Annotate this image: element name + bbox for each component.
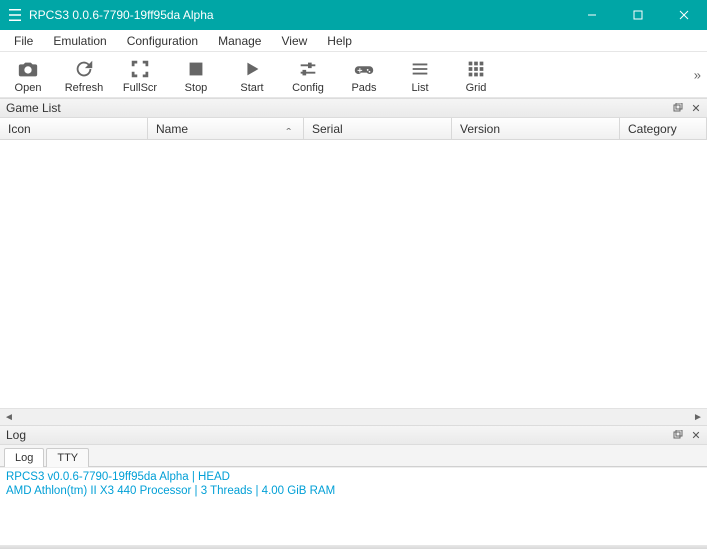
- window-title: RPCS3 0.0.6-7790-19ff95da Alpha: [29, 8, 569, 22]
- gamelist-body: [0, 140, 707, 408]
- panel-undock-button[interactable]: [671, 101, 685, 115]
- stop-button[interactable]: Stop: [176, 58, 216, 94]
- maximize-button[interactable]: [615, 0, 661, 30]
- start-button[interactable]: Start: [232, 58, 272, 94]
- toolbar-label: Config: [292, 82, 324, 94]
- log-body: RPCS3 v0.0.6-7790-19ff95da Alpha | HEAD …: [0, 467, 707, 545]
- column-icon[interactable]: Icon: [0, 118, 148, 139]
- toolbar-label: Refresh: [65, 82, 104, 94]
- fullscreen-icon: [129, 58, 151, 80]
- statusbar: [0, 545, 707, 549]
- column-version[interactable]: Version: [452, 118, 620, 139]
- panel-close-button[interactable]: ✕: [689, 101, 703, 115]
- toolbar: Open Refresh FullScr Stop Start Config: [0, 52, 707, 98]
- scroll-left-icon[interactable]: ◄: [2, 410, 16, 424]
- sliders-icon: [297, 58, 319, 80]
- toolbar-label: Stop: [185, 82, 208, 94]
- gamelist-panel-header: Game List ✕: [0, 98, 707, 118]
- panel-title: Game List: [6, 101, 667, 115]
- gamepad-icon: [353, 58, 375, 80]
- scroll-right-icon[interactable]: ►: [691, 410, 705, 424]
- toolbar-label: Start: [240, 82, 263, 94]
- log-line: AMD Athlon(tm) II X3 440 Processor | 3 T…: [6, 484, 701, 498]
- close-button[interactable]: [661, 0, 707, 30]
- refresh-button[interactable]: Refresh: [64, 58, 104, 94]
- gamelist-hscrollbar[interactable]: ◄ ►: [0, 408, 707, 425]
- open-button[interactable]: Open: [8, 58, 48, 94]
- menubar: File Emulation Configuration Manage View…: [0, 30, 707, 52]
- toolbar-label: Pads: [351, 82, 376, 94]
- column-category[interactable]: Category: [620, 118, 707, 139]
- toolbar-label: FullScr: [123, 82, 157, 94]
- config-button[interactable]: Config: [288, 58, 328, 94]
- panel-close-button[interactable]: ✕: [689, 428, 703, 442]
- menu-file[interactable]: File: [4, 31, 43, 51]
- list-icon: [409, 58, 431, 80]
- tab-log[interactable]: Log: [4, 448, 44, 467]
- menu-help[interactable]: Help: [317, 31, 362, 51]
- pads-button[interactable]: Pads: [344, 58, 384, 94]
- play-icon: [241, 58, 263, 80]
- toolbar-label: Grid: [466, 82, 487, 94]
- gamelist-column-header: Icon Name Serial Version Category: [0, 118, 707, 140]
- panel-title: Log: [6, 428, 667, 442]
- list-button[interactable]: List: [400, 58, 440, 94]
- column-serial[interactable]: Serial: [304, 118, 452, 139]
- log-line: RPCS3 v0.0.6-7790-19ff95da Alpha | HEAD: [6, 470, 701, 484]
- menu-configuration[interactable]: Configuration: [117, 31, 208, 51]
- column-name[interactable]: Name: [148, 118, 304, 139]
- toolbar-label: Open: [15, 82, 42, 94]
- toolbar-overflow-button[interactable]: »: [694, 67, 701, 82]
- minimize-button[interactable]: [569, 0, 615, 30]
- camera-icon: [17, 58, 39, 80]
- grid-button[interactable]: Grid: [456, 58, 496, 94]
- grid-icon: [465, 58, 487, 80]
- titlebar: RPCS3 0.0.6-7790-19ff95da Alpha: [0, 0, 707, 30]
- panel-undock-button[interactable]: [671, 428, 685, 442]
- stop-icon: [185, 58, 207, 80]
- menu-manage[interactable]: Manage: [208, 31, 271, 51]
- menu-view[interactable]: View: [271, 31, 317, 51]
- app-icon: [6, 6, 24, 24]
- log-panel-header: Log ✕: [0, 425, 707, 445]
- toolbar-label: List: [411, 82, 428, 94]
- log-tabs: Log TTY: [0, 445, 707, 467]
- tab-tty[interactable]: TTY: [46, 448, 89, 467]
- menu-emulation[interactable]: Emulation: [43, 31, 116, 51]
- fullscreen-button[interactable]: FullScr: [120, 58, 160, 94]
- refresh-icon: [73, 58, 95, 80]
